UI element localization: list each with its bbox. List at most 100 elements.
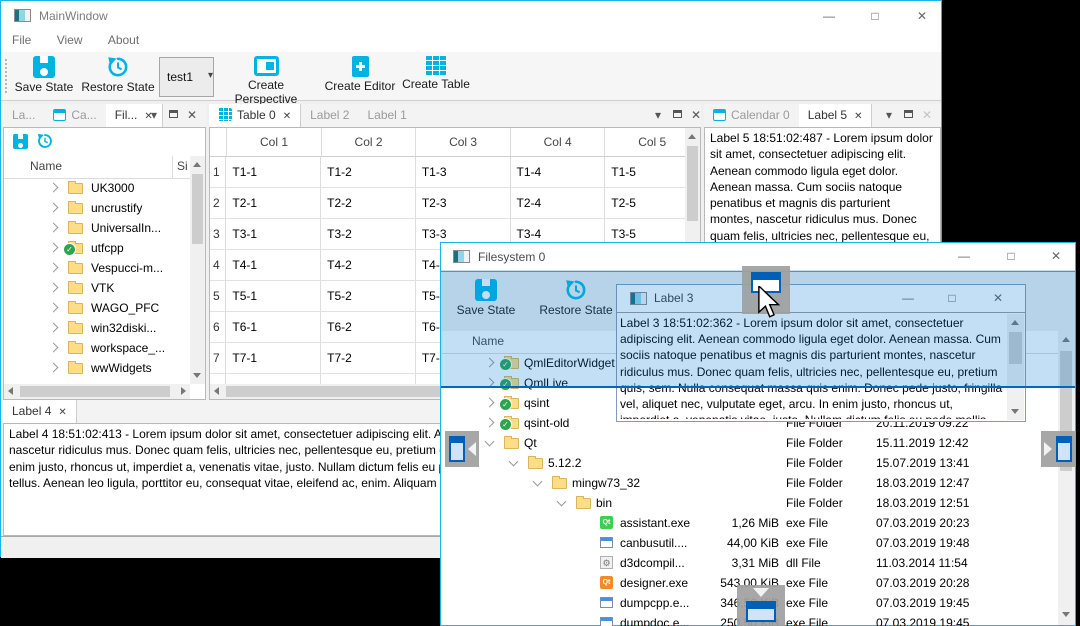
chevron-right-icon[interactable] <box>48 222 59 233</box>
chevron-down-icon[interactable] <box>532 476 543 487</box>
tab-list-dropdown-icon[interactable]: ▾ <box>145 104 163 127</box>
table-cell[interactable]: T3-1 <box>226 219 322 249</box>
table-cell[interactable]: T4-2 <box>321 250 416 280</box>
fs-tree-row[interactable]: mingw73_32 File Folder 18.03.2019 12:47 <box>442 473 1058 493</box>
menu-file[interactable]: File <box>1 30 42 47</box>
chevron-right-icon[interactable] <box>48 202 59 213</box>
table-cell[interactable]: T2-1 <box>226 188 322 218</box>
close-button[interactable]: ✕ <box>909 7 935 25</box>
left-horizontal-scrollbar[interactable] <box>4 384 190 399</box>
left-vertical-scrollbar[interactable] <box>190 156 205 384</box>
chevron-right-icon[interactable] <box>48 302 59 313</box>
size-column-header[interactable]: Si <box>177 159 188 173</box>
column-header[interactable]: Col 1 <box>227 128 322 156</box>
fs-tree-row[interactable]: Qt assistant.exe 1,26 MiB exe File 07.03.201… <box>442 513 1058 533</box>
scrollbar-thumb[interactable] <box>20 386 170 397</box>
tab-list-dropdown-icon[interactable]: ▾ <box>649 104 667 127</box>
table-cell[interactable]: T7-2 <box>321 343 416 373</box>
fs-tree-row[interactable]: 5.12.2 File Folder 15.07.2019 13:41 <box>442 453 1058 473</box>
restore-state-button[interactable]: Restore State <box>81 56 155 94</box>
minimize-button[interactable]: — <box>816 7 842 25</box>
table-cell[interactable]: T1-1 <box>226 157 322 187</box>
create-table-button[interactable]: Create Table <box>401 56 471 91</box>
main-titlebar[interactable]: MainWindow — □ ✕ <box>1 1 941 30</box>
table-cell[interactable]: T5-2 <box>321 281 416 311</box>
fs-tree-row[interactable]: bin File Folder 18.03.2019 12:51 <box>442 493 1058 513</box>
scroll-left-icon[interactable] <box>214 387 219 395</box>
close-button[interactable]: ✕ <box>1043 247 1069 265</box>
scroll-up-icon[interactable] <box>688 134 696 139</box>
undock-icon[interactable] <box>164 104 182 127</box>
scrollbar-thumb[interactable] <box>687 146 698 221</box>
dock-right-indicator[interactable] <box>1041 431 1076 467</box>
chevron-right-icon[interactable] <box>484 417 495 428</box>
fs-tree-row[interactable]: Qt File Folder 15.11.2019 12:42 <box>442 433 1058 453</box>
minimize-button[interactable]: — <box>951 247 977 265</box>
tab-close-icon[interactable]: ✕ <box>283 111 291 122</box>
table-cell[interactable]: T1-3 <box>416 157 511 187</box>
maximize-button[interactable]: □ <box>862 7 888 25</box>
column-header[interactable]: Col 4 <box>511 128 606 156</box>
chevron-down-icon[interactable] <box>508 456 519 467</box>
table-cell[interactable]: T6-2 <box>321 312 416 342</box>
tab-label-1[interactable]: Label 1 <box>358 104 415 127</box>
create-perspective-button[interactable]: Create Perspective <box>215 56 317 106</box>
table-row[interactable]: 1 T1-1 T1-2 T1-3 T1-4 T1-5 <box>210 157 700 188</box>
table-cell[interactable]: T1-4 <box>511 157 606 187</box>
tree-row[interactable]: win32diski... <box>4 318 190 338</box>
tree-row[interactable]: VTK <box>4 278 190 298</box>
tab-label-2[interactable]: Label 2 <box>301 104 358 127</box>
tree-row[interactable]: workspace_... <box>4 338 190 358</box>
table-cell[interactable]: T3-2 <box>321 219 416 249</box>
column-header[interactable]: Col 3 <box>416 128 511 156</box>
scrollbar-thumb[interactable] <box>192 174 203 244</box>
tab-label-4[interactable]: Label 4 ✕ <box>3 400 77 423</box>
undock-icon[interactable] <box>899 104 917 127</box>
chevron-down-icon[interactable] <box>484 436 495 447</box>
table-row[interactable]: 2 T2-1 T2-2 T2-3 T2-4 T2-5 <box>210 188 700 219</box>
perspective-combo[interactable]: test1 ▾ <box>159 57 214 97</box>
chevron-right-icon[interactable] <box>484 397 495 408</box>
create-editor-button[interactable]: Create Editor <box>323 56 397 93</box>
tab-close-icon[interactable]: ✕ <box>854 111 862 122</box>
menu-about[interactable]: About <box>97 30 150 47</box>
scroll-down-icon[interactable] <box>1011 409 1019 414</box>
save-state-button[interactable]: Save State <box>11 56 77 94</box>
tab-label[interactable]: La... <box>3 104 44 127</box>
toolbar-handle[interactable] <box>5 59 7 94</box>
tree-row[interactable]: wwWidgets <box>4 358 190 378</box>
chevron-right-icon[interactable] <box>48 282 59 293</box>
chevron-right-icon[interactable] <box>48 342 59 353</box>
scroll-right-icon[interactable] <box>181 387 186 395</box>
panel-close-icon[interactable]: ✕ <box>183 104 201 127</box>
table-cell[interactable]: T2-4 <box>511 188 606 218</box>
fs-tree-row[interactable]: canbusutil.... 44,00 KiB exe File 07.03.201… <box>442 533 1058 553</box>
tab-close-icon[interactable]: ✕ <box>58 407 66 418</box>
table-cell[interactable]: T2-3 <box>416 188 511 218</box>
scroll-down-icon[interactable] <box>1062 612 1070 617</box>
chevron-right-icon[interactable] <box>48 182 59 193</box>
scroll-up-icon[interactable] <box>193 162 201 167</box>
table-cell[interactable]: T1-2 <box>321 157 416 187</box>
scroll-left-icon[interactable] <box>8 387 13 395</box>
tab-table-0[interactable]: Table 0 ✕ <box>209 104 302 127</box>
tab-calendar-0[interactable]: Calendar 0 <box>704 104 799 127</box>
menu-view[interactable]: View <box>46 30 94 47</box>
table-cell[interactable]: T4-1 <box>226 250 322 280</box>
dock-bottom-indicator[interactable] <box>737 585 785 626</box>
tab-list-dropdown-icon[interactable]: ▾ <box>880 104 898 127</box>
column-header[interactable]: Col 2 <box>322 128 417 156</box>
tree-row[interactable]: UniversalIn... <box>4 218 190 238</box>
tree-row[interactable]: uncrustify <box>4 198 190 218</box>
tree-row[interactable]: WAGO_PFC <box>4 298 190 318</box>
name-column-header[interactable]: Name <box>30 159 62 173</box>
fs-tree-row[interactable]: ⚙ d3dcompil... 3,31 MiB dll File 11.03.2014 … <box>442 553 1058 573</box>
chevron-right-icon[interactable] <box>48 242 59 253</box>
tree-row[interactable]: UK3000 <box>4 178 190 198</box>
scroll-down-icon[interactable] <box>193 373 201 378</box>
table-cell[interactable]: T5-1 <box>226 281 322 311</box>
restore-icon[interactable] <box>37 133 53 152</box>
tab-calendar[interactable]: Ca... <box>44 104 105 127</box>
chevron-right-icon[interactable] <box>48 362 59 373</box>
tree-row[interactable]: Vespucci-m... <box>4 258 190 278</box>
